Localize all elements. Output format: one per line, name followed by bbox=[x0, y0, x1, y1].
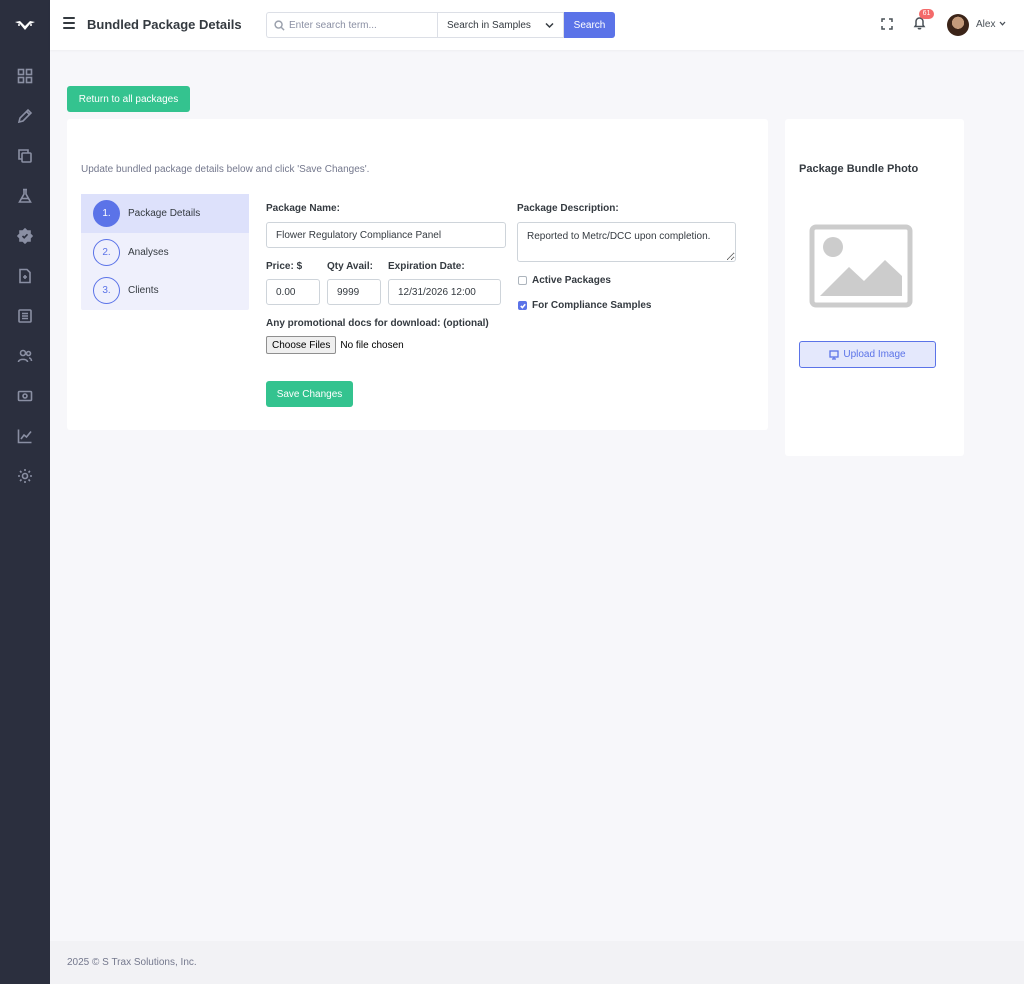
gear-icon[interactable] bbox=[15, 466, 35, 486]
verified-badge-icon[interactable] bbox=[15, 226, 35, 246]
search-input[interactable] bbox=[289, 13, 434, 37]
topbar: Bundled Package Details Search in Sample… bbox=[50, 0, 1024, 50]
user-name[interactable]: Alex bbox=[976, 19, 995, 30]
upload-image-label: Upload Image bbox=[843, 349, 906, 360]
image-upload-icon bbox=[829, 349, 840, 360]
file-status: No file chosen bbox=[340, 339, 404, 351]
search-box bbox=[266, 12, 438, 38]
step-number: 3. bbox=[93, 277, 120, 304]
choose-files-button[interactable]: Choose Files bbox=[266, 336, 337, 354]
chevron-down-icon[interactable] bbox=[999, 21, 1006, 26]
dashboard-icon[interactable] bbox=[15, 66, 35, 86]
price-input[interactable] bbox=[266, 279, 320, 305]
package-name-label: Package Name: bbox=[266, 203, 340, 214]
compliance-samples-checkbox[interactable] bbox=[518, 301, 527, 310]
avatar[interactable] bbox=[947, 14, 969, 36]
expiration-input[interactable] bbox=[388, 279, 501, 305]
package-name-input[interactable] bbox=[266, 222, 506, 248]
search-icon bbox=[274, 20, 285, 31]
upload-image-button[interactable]: Upload Image bbox=[799, 341, 936, 368]
chevron-down-icon bbox=[545, 22, 554, 29]
checkmark-icon bbox=[520, 303, 526, 309]
step-label: Clients bbox=[128, 285, 159, 296]
users-icon[interactable] bbox=[15, 346, 35, 366]
price-label: Price: $ bbox=[266, 261, 303, 272]
active-packages-checkbox[interactable] bbox=[518, 276, 527, 285]
promo-docs-label: Any promotional docs for download: (opti… bbox=[266, 318, 489, 329]
footer-copyright: 2025 © S Trax Solutions, Inc. bbox=[67, 957, 197, 968]
money-icon[interactable] bbox=[15, 386, 35, 406]
footer: 2025 © S Trax Solutions, Inc. bbox=[50, 941, 1024, 984]
notification-badge: 61 bbox=[919, 9, 934, 19]
step-clients[interactable]: 3. Clients bbox=[81, 271, 249, 310]
qty-label: Qty Avail: bbox=[327, 261, 373, 272]
list-icon[interactable] bbox=[15, 306, 35, 326]
step-number: 1. bbox=[93, 200, 120, 227]
file-upload: Choose Files No file chosen bbox=[266, 336, 404, 354]
steps-nav: 1. Package Details 2. Analyses 3. Client… bbox=[81, 194, 249, 310]
search-scope-value: Search in Samples bbox=[447, 20, 531, 31]
search-button[interactable]: Search bbox=[564, 12, 615, 38]
qty-input[interactable] bbox=[327, 279, 381, 305]
package-description-label: Package Description: bbox=[517, 203, 619, 214]
pencil-icon[interactable] bbox=[15, 106, 35, 126]
step-package-details[interactable]: 1. Package Details bbox=[81, 194, 249, 233]
step-number: 2. bbox=[93, 239, 120, 266]
sidebar bbox=[0, 0, 50, 984]
step-analyses[interactable]: 2. Analyses bbox=[81, 233, 249, 272]
return-to-packages-button[interactable]: Return to all packages bbox=[67, 86, 190, 112]
active-packages-label: Active Packages bbox=[532, 275, 611, 286]
flask-icon[interactable] bbox=[15, 186, 35, 206]
package-photo-card: Package Bundle Photo Upload Image bbox=[785, 119, 964, 456]
menu-toggle-icon[interactable] bbox=[63, 17, 75, 31]
photo-title: Package Bundle Photo bbox=[799, 163, 919, 175]
copy-icon[interactable] bbox=[15, 146, 35, 166]
package-details-card: Update bundled package details below and… bbox=[67, 119, 768, 430]
intro-text: Update bundled package details below and… bbox=[81, 164, 370, 175]
logo-icon[interactable] bbox=[13, 13, 37, 37]
image-placeholder-icon bbox=[809, 224, 913, 308]
search-scope-select[interactable]: Search in Samples bbox=[437, 12, 564, 38]
compliance-samples-label: For Compliance Samples bbox=[532, 300, 652, 311]
package-description-input[interactable]: Reported to Metrc/DCC upon completion. bbox=[517, 222, 736, 262]
save-changes-button[interactable]: Save Changes bbox=[266, 381, 353, 407]
page-title: Bundled Package Details bbox=[87, 17, 242, 32]
expiration-label: Expiration Date: bbox=[388, 261, 465, 272]
step-label: Package Details bbox=[128, 208, 201, 219]
document-icon[interactable] bbox=[15, 266, 35, 286]
chart-icon[interactable] bbox=[15, 426, 35, 446]
fullscreen-icon[interactable] bbox=[881, 17, 893, 35]
step-label: Analyses bbox=[128, 247, 169, 258]
